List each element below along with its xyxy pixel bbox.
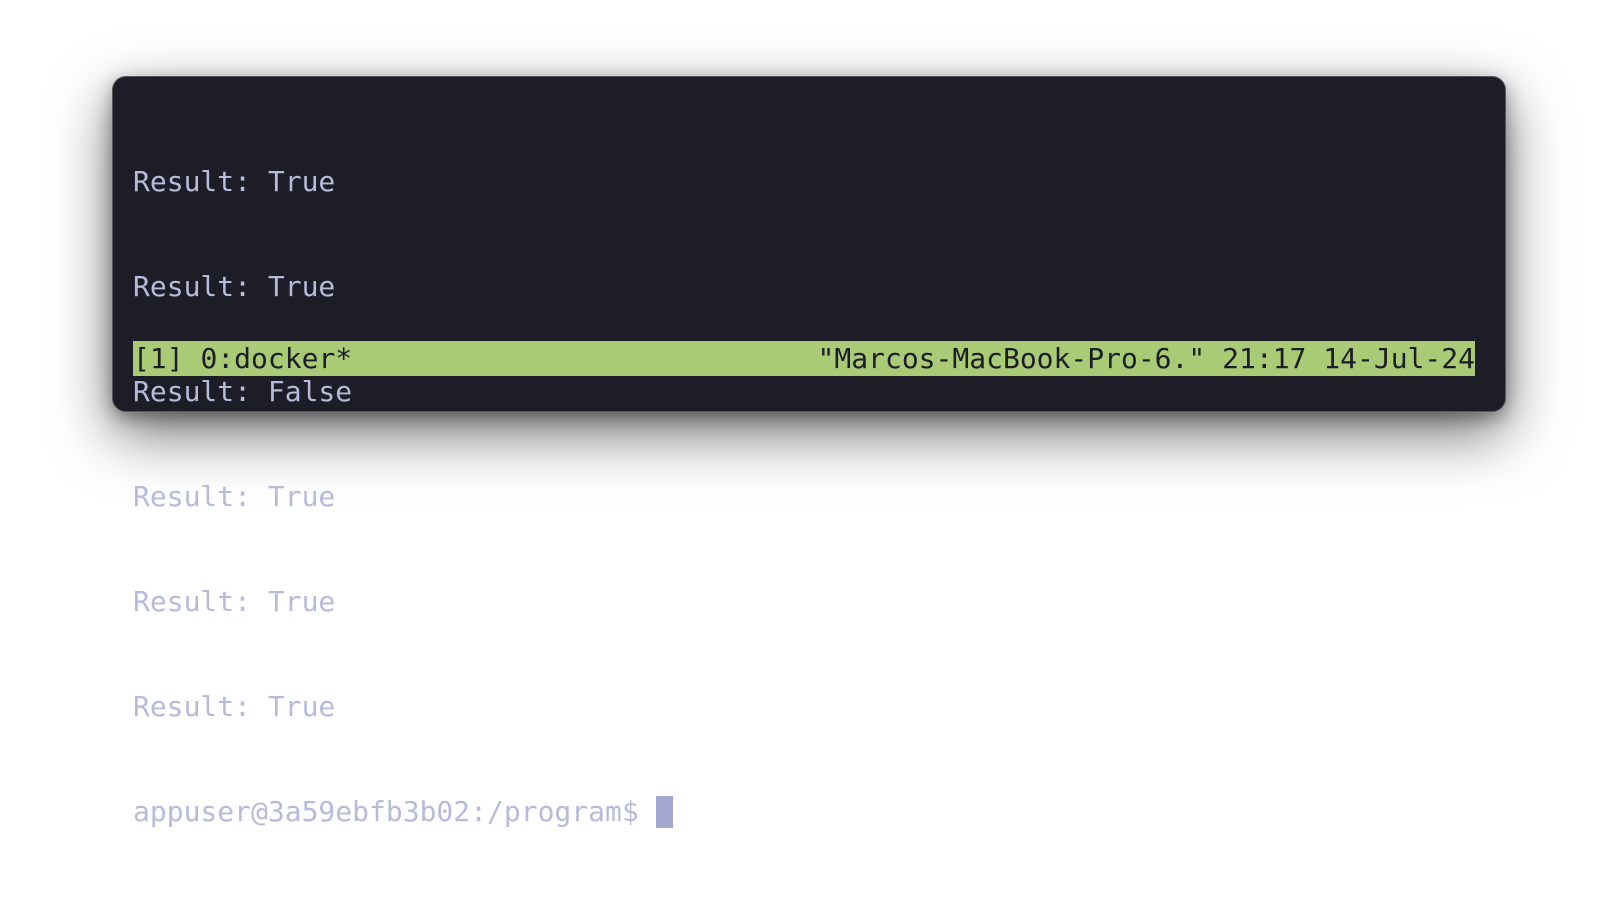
tmux-status-bar: [1] 0:docker* "Marcos-MacBook-Pro-6." 21… [133,341,1475,376]
output-line: Result: False [133,375,353,408]
output-line: Result: True [133,690,336,723]
shell-prompt: appuser@3a59ebfb3b02:/program$ [133,795,639,828]
output-line: Result: True [133,585,336,618]
clock-time: 21:17 [1222,342,1307,375]
session-index: [1] [133,342,184,375]
hostname-label: "Marcos-MacBook-Pro-6." [817,342,1206,375]
text-cursor [655,795,673,828]
status-right: "Marcos-MacBook-Pro-6." 21:17 14-Jul-24 [818,341,1475,376]
window-tab-docker[interactable]: 0:docker* [200,342,352,375]
status-left: [1] 0:docker* [133,341,352,376]
terminal-output[interactable]: Result: True Result: True Result: False … [133,94,1485,899]
clock-date: 14-Jul-24 [1323,342,1475,375]
output-line: Result: True [133,270,336,303]
output-line: Result: True [133,480,336,513]
terminal-window[interactable]: Result: True Result: True Result: False … [112,76,1506,828]
output-line: Result: True [133,165,336,198]
prompt-line[interactable]: appuser@3a59ebfb3b02:/program$ [133,794,1485,829]
